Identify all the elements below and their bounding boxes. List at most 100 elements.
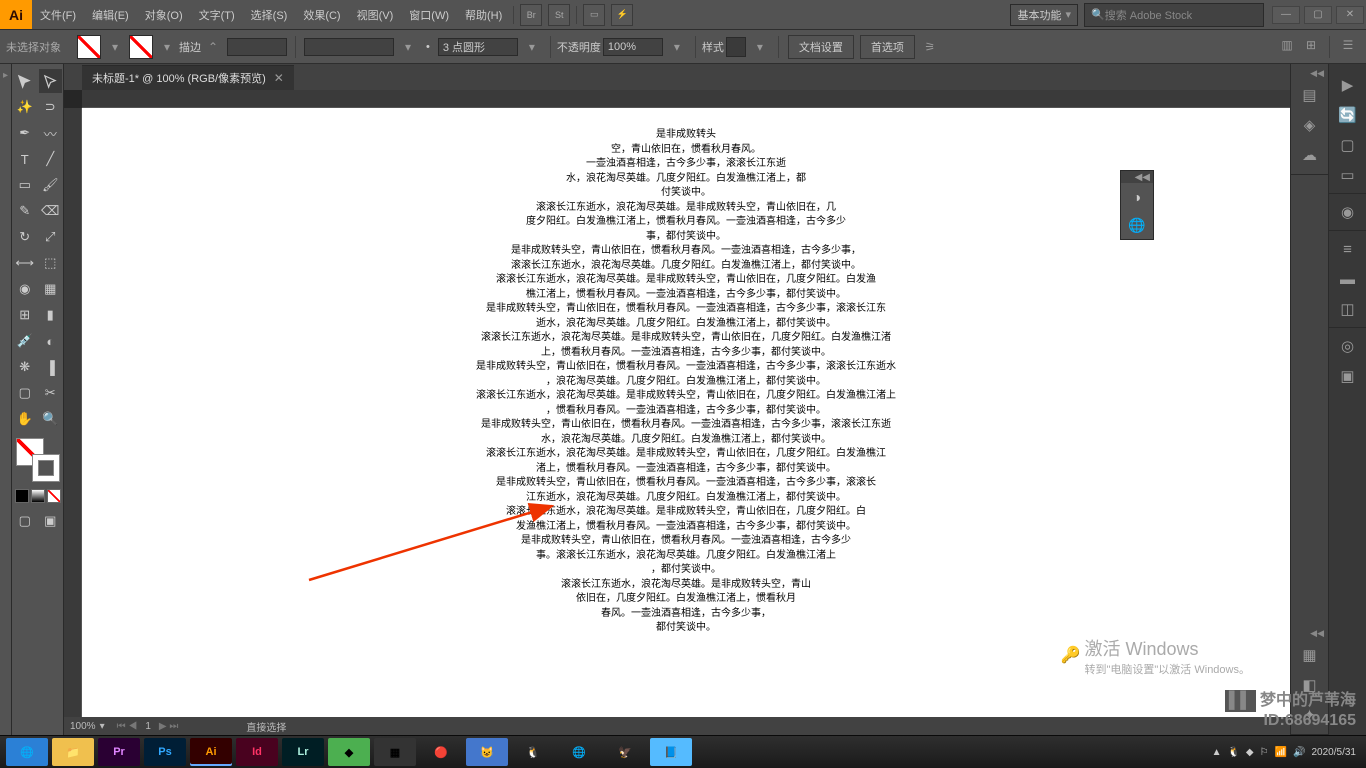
tray-flag-icon[interactable]: ⚐ <box>1260 747 1269 758</box>
taskbar-illustrator[interactable]: Ai <box>190 738 232 766</box>
blend-tool[interactable]: ◐ <box>39 329 63 353</box>
libraries-panel-icon[interactable]: ☁ <box>1291 140 1328 170</box>
graphic-styles-icon[interactable]: ▣ <box>1329 361 1366 391</box>
mesh-tool[interactable]: ⊞ <box>13 303 37 327</box>
gpu-icon[interactable]: ⚡ <box>611 4 633 26</box>
tray-qq-icon[interactable]: 🐧 <box>1227 747 1239 758</box>
taskbar-app6[interactable]: 📘 <box>650 738 692 766</box>
curvature-tool[interactable]: 〰 <box>39 121 63 145</box>
stroke-icon[interactable]: ≡ <box>1329 234 1366 264</box>
menu-edit[interactable]: 编辑(E) <box>84 0 137 29</box>
type-tool[interactable]: T <box>13 147 37 171</box>
eraser-tool[interactable]: ⌫ <box>39 199 63 223</box>
fill-stroke-control[interactable] <box>16 438 60 482</box>
gradient-icon[interactable]: ▬ <box>1329 264 1366 294</box>
shape-builder-tool[interactable]: ◉ <box>13 277 37 301</box>
menu-window[interactable]: 窗口(W) <box>401 0 457 29</box>
taskbar-app3[interactable]: 🔴 <box>420 738 462 766</box>
taskbar-lightroom[interactable]: Lr <box>282 738 324 766</box>
tray-icon[interactable]: ◆ <box>1246 747 1254 758</box>
taskbar-qq[interactable]: 🐧 <box>512 738 554 766</box>
width-tool[interactable]: ⟷ <box>13 251 37 275</box>
line-segment-tool[interactable]: ╱ <box>39 147 63 171</box>
brushes-icon[interactable]: ▭ <box>1329 160 1366 190</box>
left-strip[interactable]: ▸ <box>0 64 12 735</box>
align-icon[interactable]: ▥ <box>1278 36 1296 54</box>
zoom-tool[interactable]: 🔍 <box>39 407 63 431</box>
none-mode[interactable] <box>47 489 61 503</box>
taskbar-explorer[interactable]: 📁 <box>52 738 94 766</box>
stroke-weight-input[interactable] <box>227 38 287 56</box>
artboard-nav[interactable]: 1 <box>145 721 151 732</box>
free-transform-tool[interactable]: ⬚ <box>39 251 63 275</box>
window-close[interactable]: ✕ <box>1336 6 1364 24</box>
bridge-icon[interactable]: Br <box>520 4 542 26</box>
tray-volume-icon[interactable]: 🔊 <box>1293 747 1305 758</box>
menu-select[interactable]: 选择(S) <box>243 0 296 29</box>
brush-style-dropdown[interactable] <box>438 38 518 56</box>
canvas[interactable]: 是非成败转头空，青山依旧在，惯看秋月春风。一壶浊酒喜相逢，古今多少事，滚滚长江东… <box>82 108 1290 717</box>
menu-effect[interactable]: 效果(C) <box>295 0 348 29</box>
document-setup-button[interactable]: 文档设置 <box>788 35 854 59</box>
scale-tool[interactable]: ⤢ <box>39 225 63 249</box>
close-tab-icon[interactable]: ✕ <box>274 71 284 85</box>
ruler-vertical[interactable] <box>64 108 82 717</box>
ruler-horizontal[interactable] <box>82 90 1290 108</box>
pen-tool[interactable]: ✒ <box>13 121 37 145</box>
style-swatch[interactable] <box>726 37 746 57</box>
stock-search[interactable]: 🔍 搜索 Adobe Stock <box>1084 3 1264 27</box>
properties-panel-icon[interactable]: ▤ <box>1291 80 1328 110</box>
pin-icon[interactable]: ⚞ <box>921 38 939 56</box>
zoom-display[interactable]: 100% <box>70 721 96 732</box>
slice-tool[interactable]: ✂ <box>39 381 63 405</box>
direct-selection-tool[interactable] <box>39 69 63 93</box>
window-minimize[interactable]: — <box>1272 6 1300 24</box>
swatches-icon[interactable]: ▢ <box>1329 130 1366 160</box>
panel-icon[interactable]: ▦ <box>1291 640 1328 670</box>
dropdown-icon[interactable]: ▾ <box>106 38 124 56</box>
panel-collapse-icon[interactable]: ◀◀ <box>1135 172 1150 183</box>
magic-wand-tool[interactable]: ✨ <box>13 95 37 119</box>
floating-panel[interactable]: ◀◀ ◑ 🌐 <box>1120 170 1154 240</box>
shaper-tool[interactable]: ✎ <box>13 199 37 223</box>
screen-mode[interactable]: ▢ <box>13 509 37 533</box>
taskbar-photoshop[interactable]: Ps <box>144 738 186 766</box>
menu-view[interactable]: 视图(V) <box>349 0 402 29</box>
cc-icon[interactable]: ◉ <box>1329 197 1366 227</box>
color-icon[interactable]: 🔄 <box>1329 100 1366 130</box>
menu-help[interactable]: 帮助(H) <box>457 0 510 29</box>
dropdown-icon[interactable]: ▾ <box>158 38 176 56</box>
symbol-sprayer-tool[interactable]: ❋ <box>13 355 37 379</box>
selection-tool[interactable] <box>13 69 37 93</box>
arrange-icon[interactable]: ▭ <box>583 4 605 26</box>
window-maximize[interactable]: ▢ <box>1304 6 1332 24</box>
column-graph-tool[interactable]: ▐ <box>39 355 63 379</box>
float-icon-1[interactable]: ◑ <box>1121 183 1153 211</box>
menu-file[interactable]: 文件(F) <box>32 0 84 29</box>
color-mode[interactable] <box>15 489 29 503</box>
transform-icon[interactable]: ⊞ <box>1302 36 1320 54</box>
hand-tool[interactable]: ✋ <box>13 407 37 431</box>
workspace-switcher[interactable]: 基本功能 <box>1010 4 1078 26</box>
rotate-tool[interactable]: ↻ <box>13 225 37 249</box>
tray-icon[interactable]: ▲ <box>1212 747 1222 758</box>
artboard-tool[interactable]: ▢ <box>13 381 37 405</box>
taskbar-premiere[interactable]: Pr <box>98 738 140 766</box>
menu-type[interactable]: 文字(T) <box>191 0 243 29</box>
stock-icon[interactable]: St <box>548 4 570 26</box>
eyedropper-tool[interactable]: 💉 <box>13 329 37 353</box>
stroke-swatch[interactable] <box>129 35 153 59</box>
systray[interactable]: ▲ 🐧 ◆ ⚐ 📶 🔊 2020/5/31 <box>1212 747 1362 758</box>
taskbar-browser[interactable]: 🌐 <box>6 738 48 766</box>
gradient-tool[interactable]: ▮ <box>39 303 63 327</box>
layers-panel-icon[interactable]: ◈ <box>1291 110 1328 140</box>
properties-icon[interactable]: ▶ <box>1329 70 1366 100</box>
link-icon[interactable]: ⌃ <box>204 38 222 56</box>
menu-icon[interactable]: ☰ <box>1339 36 1357 54</box>
opacity-input[interactable] <box>603 38 663 56</box>
tray-network-icon[interactable]: 📶 <box>1275 747 1287 758</box>
taskbar-app5[interactable]: 🦅 <box>604 738 646 766</box>
document-tab[interactable]: 未标题-1* @ 100% (RGB/像素预览)✕ <box>82 65 294 90</box>
taskbar-app4[interactable]: 😺 <box>466 738 508 766</box>
paintbrush-tool[interactable]: 🖌 <box>39 173 63 197</box>
